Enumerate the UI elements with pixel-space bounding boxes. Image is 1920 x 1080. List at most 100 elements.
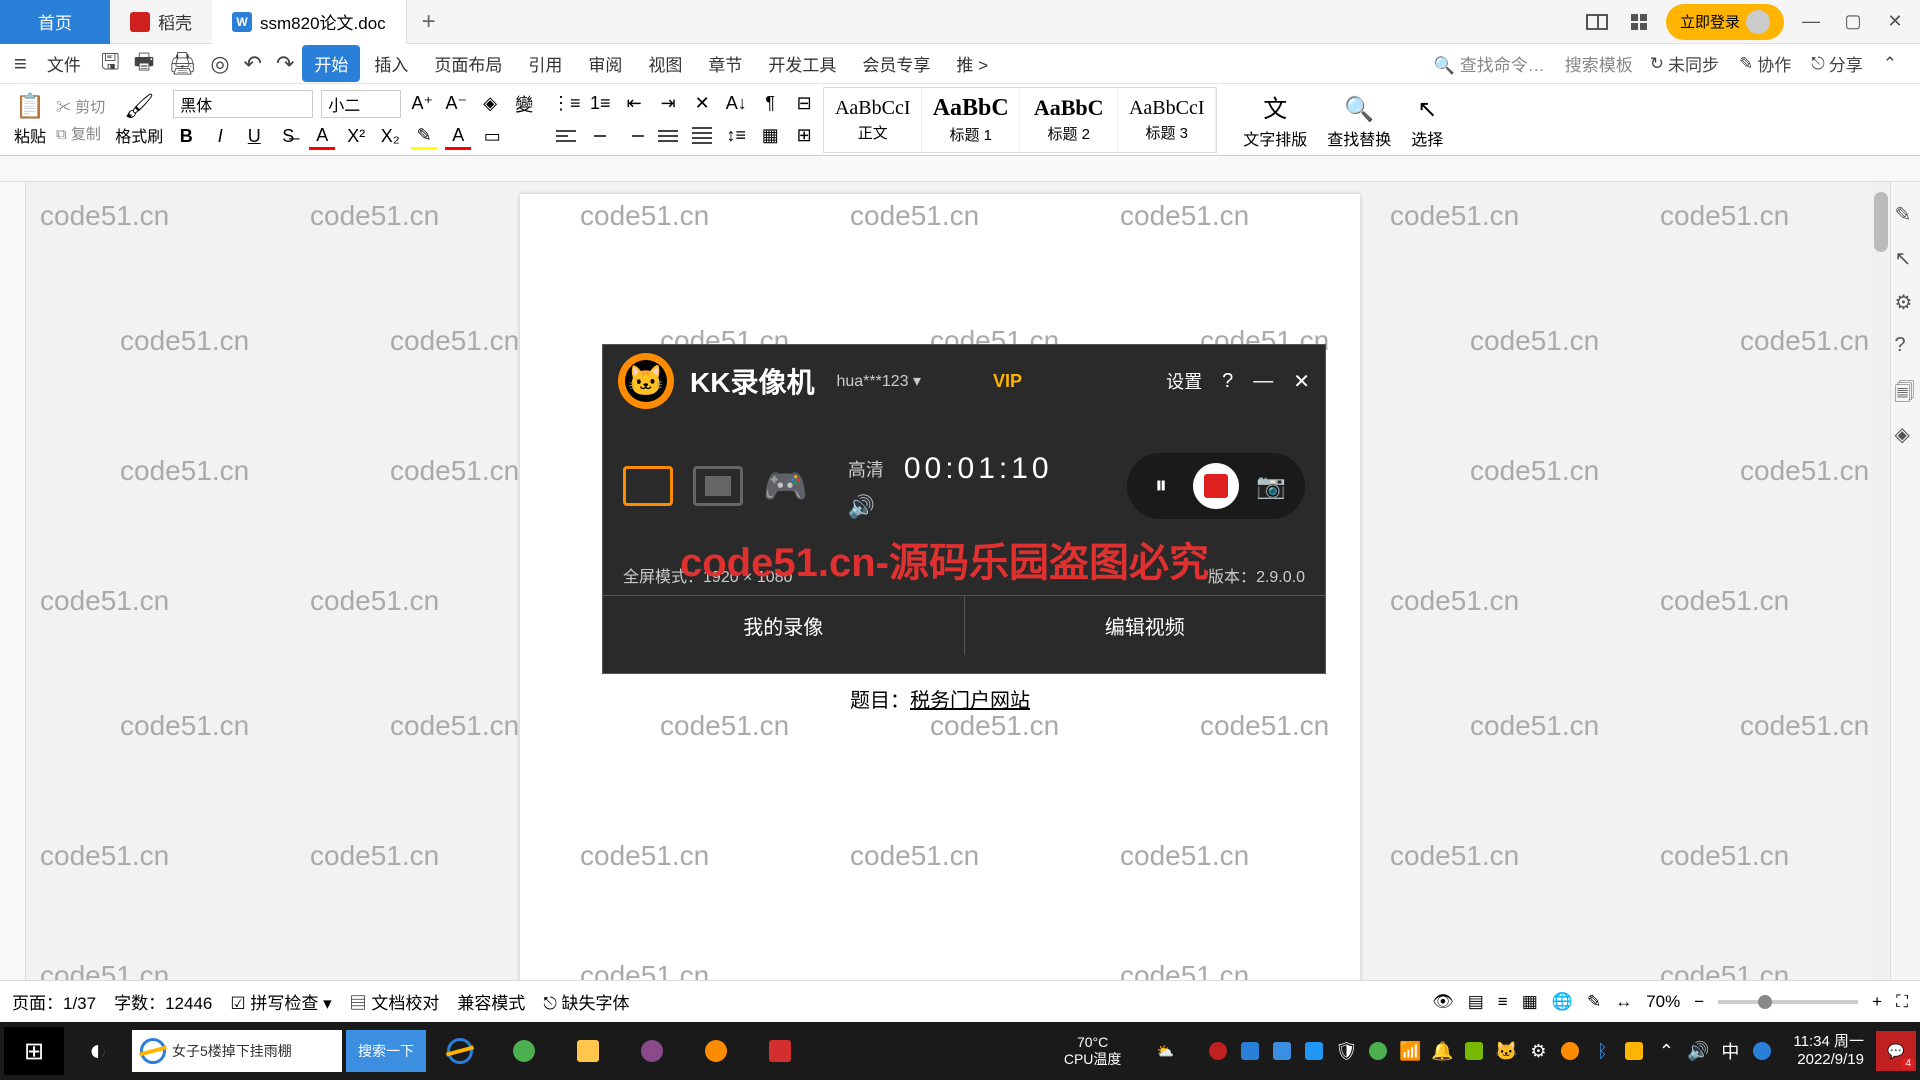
tray-volume-icon[interactable]: 🔊: [1687, 1040, 1709, 1062]
sync-status[interactable]: ↻ 未同步: [1650, 51, 1719, 76]
my-recordings-button[interactable]: 我的录像: [603, 596, 965, 655]
show-marks-icon[interactable]: ¶: [757, 91, 783, 117]
size-select[interactable]: 小二: [321, 90, 401, 118]
tray-icon[interactable]: ⚙: [1527, 1040, 1549, 1062]
mode-fullscreen-button[interactable]: [623, 466, 673, 506]
menu-ref[interactable]: 引用: [516, 45, 574, 82]
style-gallery[interactable]: AaBbCcI 正文 AaBbC 标题 1 AaBbC 标题 2 AaBbCcI…: [823, 87, 1217, 153]
menu-review[interactable]: 审阅: [576, 45, 634, 82]
menu-devtools[interactable]: 开发工具: [756, 45, 848, 82]
web-view-icon[interactable]: 🌐: [1552, 992, 1573, 1012]
missing-font[interactable]: ⎋ 缺失字体: [543, 989, 629, 1014]
notification-button[interactable]: 💬4: [1876, 1031, 1916, 1071]
quality-label[interactable]: 高清: [848, 456, 884, 482]
align-distribute-icon[interactable]: [689, 123, 715, 149]
settings-icon[interactable]: ⚙: [1895, 290, 1917, 312]
draft-view-icon[interactable]: ✎: [1587, 992, 1601, 1012]
recorder-user[interactable]: hua***123 ▾: [836, 371, 921, 391]
print-preview-icon[interactable]: 🖨: [162, 51, 202, 77]
undo-icon[interactable]: ↶: [238, 51, 268, 77]
search-template[interactable]: 搜索模板: [1565, 51, 1633, 76]
tray-icon[interactable]: [1559, 1040, 1581, 1062]
redo-icon[interactable]: ↷: [270, 51, 300, 77]
tray-chevron-up-icon[interactable]: ⌃: [1655, 1040, 1677, 1062]
recorder-help-button[interactable]: ?: [1222, 370, 1233, 393]
number-list-icon[interactable]: 1≡: [587, 91, 613, 117]
tray-icon[interactable]: [1623, 1040, 1645, 1062]
select-button[interactable]: ↖ 选择: [1411, 95, 1443, 150]
preview-icon[interactable]: ◎: [204, 51, 235, 77]
zoom-in-button[interactable]: +: [1872, 992, 1882, 1012]
typeset-button[interactable]: 文 文字排版: [1243, 89, 1307, 150]
tray-icon[interactable]: [1303, 1040, 1325, 1062]
mode-region-button[interactable]: [693, 466, 743, 506]
clear-format-icon[interactable]: ◈: [477, 91, 503, 117]
shading-icon[interactable]: ▦: [757, 123, 783, 149]
style-h2[interactable]: AaBbC 标题 2: [1020, 88, 1118, 152]
cortana-icon[interactable]: ◐: [68, 1027, 128, 1075]
pause-button[interactable]: ⏸: [1143, 468, 1179, 504]
tab-home[interactable]: 首页: [0, 0, 110, 44]
phonetic-icon[interactable]: 變: [511, 91, 537, 117]
tray-bluetooth-icon[interactable]: ᛒ: [1591, 1040, 1613, 1062]
format-painter[interactable]: 🖌 格式刷: [111, 92, 167, 147]
start-button[interactable]: ⊞: [4, 1027, 64, 1075]
style-body[interactable]: AaBbCcI 正文: [824, 88, 922, 152]
menu-chapter[interactable]: 章节: [696, 45, 754, 82]
ruler-horizontal[interactable]: [0, 156, 1920, 182]
cut-button[interactable]: ✂ 剪切: [56, 96, 105, 117]
new-tab-button[interactable]: +: [407, 8, 451, 36]
fit-width-icon[interactable]: ↔: [1615, 992, 1632, 1012]
char-border-button[interactable]: ▭: [479, 124, 505, 150]
italic-button[interactable]: I: [207, 124, 233, 150]
menu-view[interactable]: 视图: [636, 45, 694, 82]
sort-icon[interactable]: A↓: [723, 91, 749, 117]
split-view-icon[interactable]: [1582, 7, 1612, 37]
bullet-list-icon[interactable]: ⋮≡: [553, 91, 579, 117]
edit-video-button[interactable]: 编辑视频: [965, 596, 1326, 655]
maximize-button[interactable]: ▢: [1838, 7, 1868, 37]
eye-icon[interactable]: 👁: [1432, 992, 1454, 1012]
weather-icon[interactable]: ⛅: [1135, 1027, 1195, 1075]
increase-font-icon[interactable]: A⁺: [409, 91, 435, 117]
pen-icon[interactable]: ✎: [1895, 202, 1917, 224]
taskbar-browser2[interactable]: [494, 1027, 554, 1075]
stop-record-button[interactable]: [1193, 463, 1239, 509]
search-command[interactable]: 🔍 查找命令…: [1434, 51, 1545, 76]
recorder-close-button[interactable]: ✕: [1293, 369, 1310, 394]
copy-button[interactable]: ⧉ 复制: [56, 123, 105, 144]
recorder-titlebar[interactable]: 🐱 KK录像机 hua***123 ▾ VIP 设置 ? — ✕: [603, 345, 1325, 417]
taskbar-app1[interactable]: [622, 1027, 682, 1075]
compat-mode[interactable]: 兼容模式: [457, 989, 525, 1014]
taskbar-weather[interactable]: 70°C CPU温度: [1054, 1034, 1132, 1068]
cursor-icon[interactable]: ↖: [1895, 246, 1917, 268]
line-spacing-icon[interactable]: ↕≡: [723, 123, 749, 149]
indent-right-icon[interactable]: ⇥: [655, 91, 681, 117]
minimize-button[interactable]: —: [1796, 7, 1826, 37]
recorder-window[interactable]: 🐱 KK录像机 hua***123 ▾ VIP 设置 ? — ✕ 🎮 高清 00…: [602, 344, 1326, 674]
tray-icon[interactable]: [1239, 1040, 1261, 1062]
menu-more[interactable]: 推 >: [944, 45, 1000, 82]
align-right-icon[interactable]: [621, 123, 647, 149]
style-h3[interactable]: AaBbCcI 标题 3: [1118, 88, 1216, 152]
translate-icon[interactable]: 🗐: [1895, 378, 1917, 400]
font-color-button[interactable]: A: [309, 124, 335, 150]
tab-docshell[interactable]: 稻壳: [110, 0, 212, 44]
tab-document[interactable]: W ssm820论文.doc: [212, 0, 407, 44]
zoom-out-button[interactable]: −: [1694, 992, 1704, 1012]
mode-game-button[interactable]: 🎮: [763, 465, 808, 507]
zoom-level[interactable]: 70%: [1646, 992, 1680, 1012]
tray-icon[interactable]: 🐱: [1495, 1040, 1517, 1062]
font-select[interactable]: 黑体: [173, 90, 313, 118]
align-left-icon[interactable]: [553, 123, 579, 149]
tray-ime-icon[interactable]: 中: [1719, 1040, 1741, 1062]
save-icon[interactable]: 🖫: [95, 45, 126, 83]
reading-view-icon[interactable]: ▦: [1522, 992, 1538, 1012]
zoom-slider[interactable]: [1718, 1000, 1858, 1004]
tray-nvidia-icon[interactable]: [1463, 1040, 1485, 1062]
subscript-button[interactable]: X₂: [377, 124, 403, 150]
border-icon[interactable]: ⊞: [791, 123, 817, 149]
fullscreen-icon[interactable]: ⛶: [1896, 992, 1908, 1012]
taskbar-search[interactable]: 女子5楼掉下挂雨棚: [132, 1030, 342, 1072]
taskbar-wps[interactable]: [750, 1027, 810, 1075]
